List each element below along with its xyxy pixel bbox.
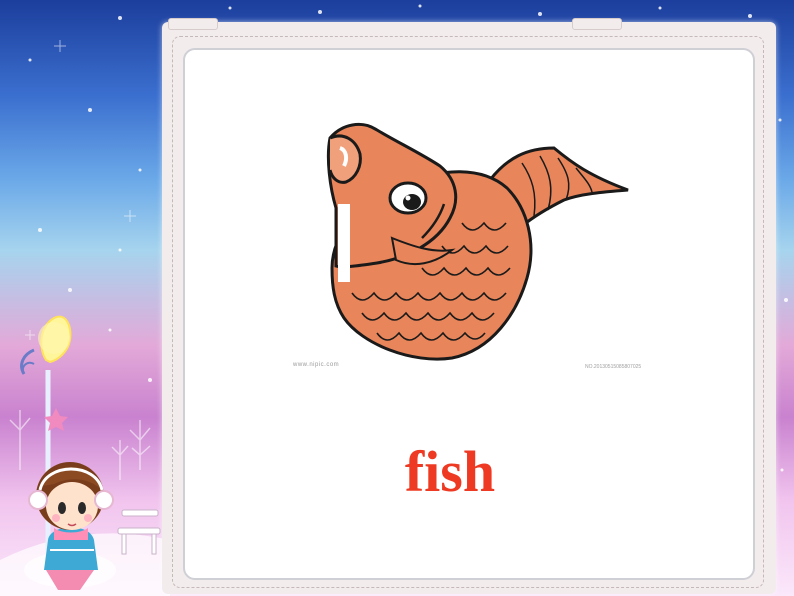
girl-decoration — [20, 315, 161, 590]
frame-tab-right — [572, 18, 622, 30]
fish-picture — [326, 122, 629, 361]
image-watermark-right: NO.20130515085807025 — [585, 364, 642, 370]
vocabulary-word: fish — [404, 439, 496, 504]
frame-tab-left — [168, 18, 218, 30]
image-watermark-left: www.nipic.com — [293, 362, 340, 368]
